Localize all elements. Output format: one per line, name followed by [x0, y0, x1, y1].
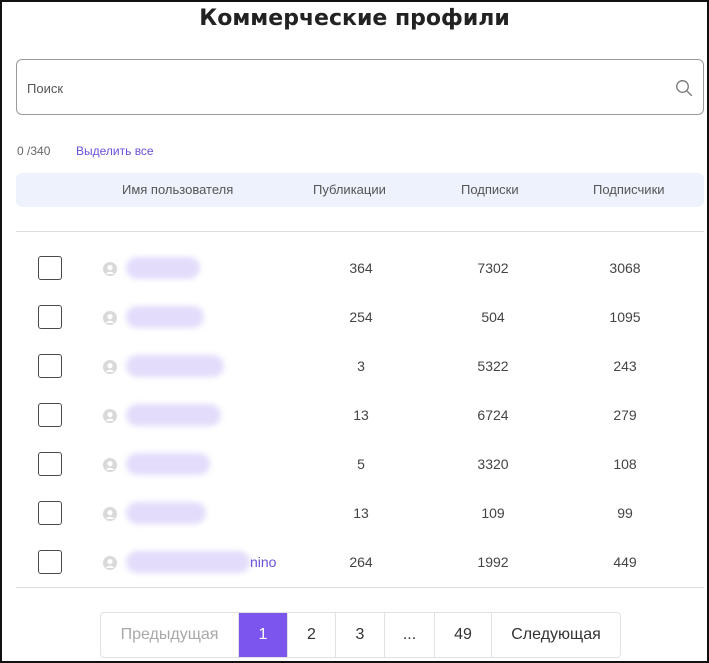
app-window: Коммерческие профили 0 /340 Выделить все… [0, 0, 709, 663]
pagination: Предыдущая 1 2 3 ... 49 Следующая [100, 612, 621, 658]
table-row: nino 264 1992 449 [16, 538, 704, 587]
search-input[interactable] [27, 76, 667, 100]
table-header: Имя пользователя Публикации Подписки Под… [16, 173, 704, 207]
cell-posts: 364 [349, 260, 373, 276]
cell-posts: 13 [353, 407, 369, 423]
row-checkbox[interactable] [38, 354, 62, 378]
cell-following: 7302 [477, 260, 509, 276]
table-row: 13 109 99 [16, 489, 704, 538]
search-box [16, 59, 704, 115]
user-avatar-icon [103, 360, 117, 374]
pagination-ellipsis: ... [385, 613, 435, 657]
pagination-page-1[interactable]: 1 [239, 613, 288, 657]
cell-following: 6724 [477, 407, 509, 423]
cell-following: 504 [481, 309, 505, 325]
cell-followers: 3068 [609, 260, 641, 276]
cell-posts: 254 [349, 309, 373, 325]
table-row: 254 504 1095 [16, 293, 704, 342]
table-top-divider [16, 231, 704, 232]
header-following[interactable]: Подписки [461, 182, 519, 197]
cell-followers: 99 [617, 505, 633, 521]
username-blurred[interactable] [126, 453, 210, 475]
user-avatar-icon [103, 262, 117, 276]
selection-counter: 0 /340 [17, 144, 51, 158]
username-blurred[interactable] [126, 355, 224, 377]
cell-posts: 264 [349, 554, 373, 570]
username-blurred[interactable] [126, 306, 204, 328]
cell-followers: 279 [613, 407, 637, 423]
pagination-page-49[interactable]: 49 [435, 613, 492, 657]
cell-following: 3320 [477, 456, 509, 472]
user-avatar-icon [103, 458, 117, 472]
header-followers[interactable]: Подписчики [593, 182, 665, 197]
row-checkbox[interactable] [38, 550, 62, 574]
select-all-link[interactable]: Выделить все [76, 144, 154, 158]
header-username[interactable]: Имя пользователя [122, 182, 233, 197]
cell-following: 1992 [477, 554, 509, 570]
pagination-prev-button[interactable]: Предыдущая [101, 613, 239, 657]
cell-posts: 5 [357, 456, 365, 472]
row-checkbox[interactable] [38, 256, 62, 280]
header-posts[interactable]: Публикации [313, 182, 386, 197]
cell-posts: 13 [353, 505, 369, 521]
cell-followers: 108 [613, 456, 637, 472]
username-blurred[interactable] [126, 551, 250, 573]
username-blurred[interactable] [126, 502, 206, 524]
cell-following: 5322 [477, 358, 509, 374]
row-checkbox[interactable] [38, 305, 62, 329]
row-checkbox[interactable] [38, 452, 62, 476]
row-checkbox[interactable] [38, 403, 62, 427]
row-checkbox[interactable] [38, 501, 62, 525]
cell-followers: 1095 [609, 309, 641, 325]
username-blurred[interactable] [126, 404, 221, 426]
pagination-page-3[interactable]: 3 [336, 613, 385, 657]
username-suffix[interactable]: nino [250, 554, 276, 570]
cell-posts: 3 [357, 358, 365, 374]
cell-followers: 449 [613, 554, 637, 570]
page-title: Коммерческие профили [199, 6, 510, 31]
user-avatar-icon [103, 507, 117, 521]
pagination-page-2[interactable]: 2 [288, 613, 336, 657]
search-icon[interactable] [675, 79, 693, 97]
user-avatar-icon [103, 556, 117, 570]
pagination-next-button[interactable]: Следующая [492, 613, 620, 657]
user-avatar-icon [103, 311, 117, 325]
table-row: 5 3320 108 [16, 440, 704, 489]
table-row: 364 7302 3068 [16, 244, 704, 293]
table-row: 3 5322 243 [16, 342, 704, 391]
table-bottom-divider [16, 587, 704, 588]
username-blurred[interactable] [126, 257, 200, 279]
cell-followers: 243 [613, 358, 637, 374]
table-row: 13 6724 279 [16, 391, 704, 440]
cell-following: 109 [481, 505, 505, 521]
user-avatar-icon [103, 409, 117, 423]
